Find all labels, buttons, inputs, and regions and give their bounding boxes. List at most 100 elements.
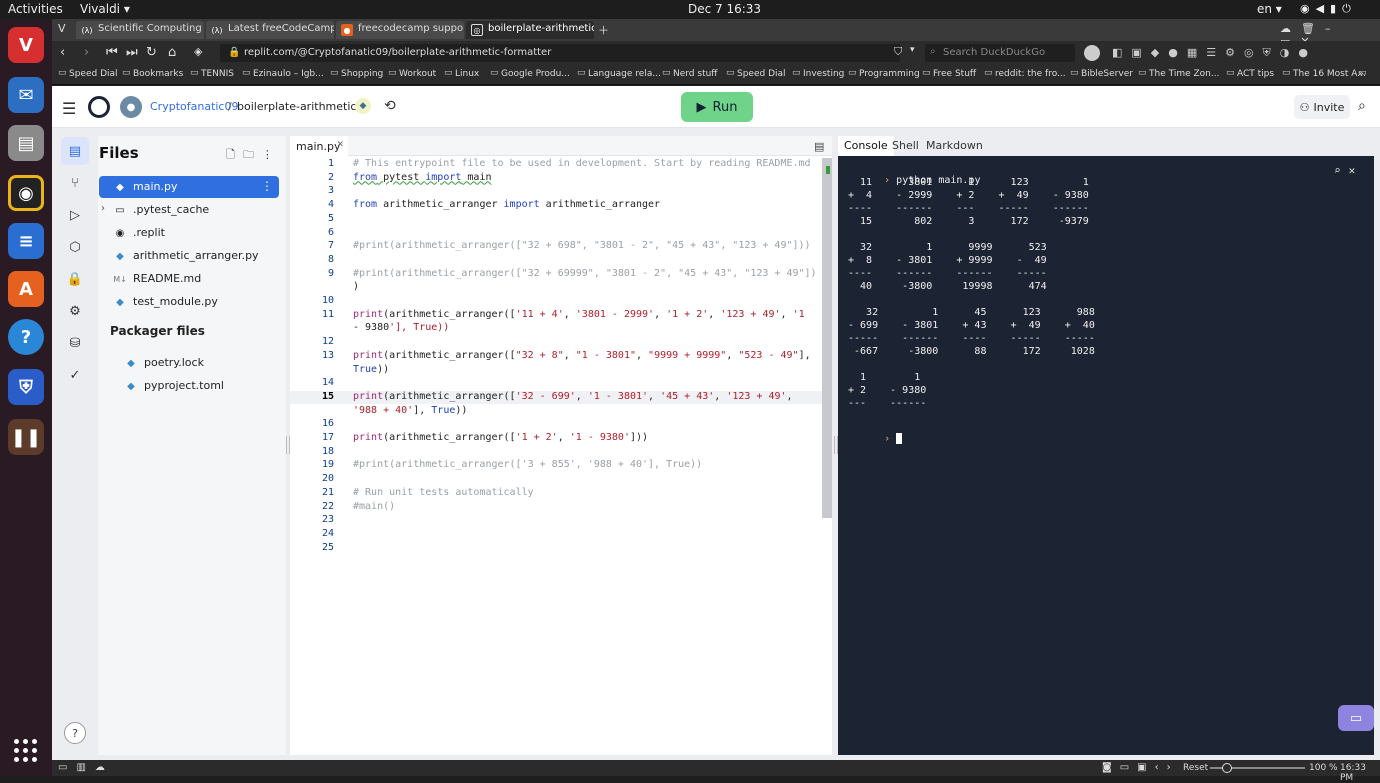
zoom-reset-button[interactable]: Reset <box>1183 763 1208 773</box>
bookmark-item[interactable]: BibleServer <box>1070 68 1133 79</box>
file-item-pytest-cache[interactable]: › ▭ .pytest_cache <box>99 199 279 221</box>
console-panel[interactable]: ⌕✕ › python main.py 11 3801 1 123 1 + 4 -… <box>838 156 1374 755</box>
database-icon[interactable]: ⛁ <box>61 329 89 357</box>
libreoffice-writer-icon[interactable]: ≡ <box>8 223 44 259</box>
fast-forward-icon[interactable]: ⏭ <box>126 45 138 60</box>
file-item-poetry-lock[interactable]: ◆ poetry.lock <box>122 353 282 373</box>
debugger-icon[interactable]: ▷ <box>61 201 89 229</box>
code-line[interactable]: 17 print(arithmetic_arranger(['1 + 2', '1… <box>290 432 822 445</box>
bookmark-item[interactable]: The Time Zon... <box>1138 68 1219 79</box>
editor-menu-icon[interactable]: ▤ <box>814 140 824 153</box>
code-line[interactable]: 3 <box>290 185 822 198</box>
thunderbird-icon[interactable]: ✉ <box>8 77 44 113</box>
file-item-test-module[interactable]: ◆ test_module.py <box>99 291 279 313</box>
console-input-line[interactable]: › <box>848 422 903 456</box>
status-tools-icons[interactable]: ◙▭▣‹› <box>1102 762 1179 773</box>
history-icon[interactable]: ⟲ <box>384 98 396 114</box>
code-line[interactable]: 21 # Run unit tests automatically <box>290 487 822 500</box>
code-line[interactable]: ) <box>290 281 822 294</box>
help-icon[interactable]: ? <box>64 722 86 744</box>
search-icon[interactable]: ⌕ <box>1358 98 1366 114</box>
bookmarks-overflow-icon[interactable]: » <box>1358 68 1366 79</box>
file-item-main-py[interactable]: ◆ main.py ⋮ <box>99 176 279 198</box>
code-line[interactable]: 12 <box>290 336 822 349</box>
code-line[interactable]: 14 <box>290 377 822 390</box>
menu-icon[interactable]: ☰ <box>62 99 76 118</box>
bookmark-item[interactable]: Language rela... <box>577 68 661 79</box>
code-line[interactable]: 2 from pytest import main <box>290 172 822 185</box>
code-line[interactable]: 5 <box>290 213 822 226</box>
code-line[interactable]: 8 <box>290 254 822 267</box>
editor-tab-main-py[interactable]: main.py ✕ <box>290 136 348 156</box>
chat-icon[interactable]: ▭ <box>1338 705 1374 731</box>
bookmark-item[interactable]: ACT tips <box>1226 68 1274 79</box>
bookmark-item[interactable]: TENNIS <box>190 68 234 79</box>
bookshelf-icon[interactable]: ❚❚ <box>8 419 44 455</box>
system-tray-icons[interactable]: ◉◀▮⏻ <box>1300 2 1357 16</box>
bookmark-item[interactable]: reddit: the fro... <box>984 68 1066 79</box>
bookmark-item[interactable]: Shopping <box>330 68 383 79</box>
code-line[interactable]: 22 #main() <box>290 501 822 514</box>
browser-tab[interactable]: ● freecodecamp support em <box>336 21 464 39</box>
new-tab-icon[interactable]: ＋ <box>598 22 609 38</box>
code-line[interactable]: 20 <box>290 473 822 486</box>
secrets-lock-icon[interactable]: 🔒 <box>61 265 89 293</box>
file-item-arithmetic-arranger[interactable]: ◆ arithmetic_arranger.py <box>99 245 279 267</box>
code-line[interactable]: 10 <box>290 295 822 308</box>
code-line[interactable]: 13 print(arithmetic_arranger(["32 + 8", "… <box>290 350 822 363</box>
software-center-icon[interactable]: A <box>8 271 44 307</box>
language-indicator[interactable]: en ▾ <box>1257 2 1282 16</box>
file-menu-icon[interactable]: ⋮ <box>261 179 273 193</box>
code-line[interactable]: 1 # This entrypoint file to be used in de… <box>290 158 822 171</box>
more-options-icon[interactable]: ⋮ <box>262 148 281 161</box>
bookmark-icon[interactable]: ⛉ <box>894 45 902 59</box>
help-app-icon[interactable]: ? <box>8 319 44 355</box>
forward-icon[interactable]: › <box>84 45 89 60</box>
code-line[interactable]: 25 <box>290 542 822 555</box>
bookmark-item[interactable]: Speed Dial <box>726 68 786 79</box>
code-line[interactable]: True)) <box>290 364 822 377</box>
code-line[interactable]: - 9380'], True)) <box>290 322 822 335</box>
bookmark-item[interactable]: The 16 Most A... <box>1282 68 1366 79</box>
site-info-icon[interactable]: ◈ <box>194 45 202 58</box>
packages-icon[interactable]: ⬡ <box>61 233 89 261</box>
version-control-icon[interactable]: ⑂ <box>61 169 89 197</box>
code-line[interactable]: 24 <box>290 528 822 541</box>
python-language-icon[interactable]: ◆ <box>355 98 371 114</box>
settings-gear-icon[interactable]: ⚙ <box>61 297 89 325</box>
bookmark-item[interactable]: Free Stuff <box>922 68 976 79</box>
code-line[interactable]: 4 from arithmetic_arranger import arithme… <box>290 199 822 212</box>
file-item-pyproject-toml[interactable]: ◆ pyproject.toml <box>122 376 282 396</box>
browser-tab[interactable]: (λ) Scientific Computing with <box>76 21 204 39</box>
code-line[interactable]: 11 print(arithmetic_arranger(['11 + 4', '… <box>290 309 822 322</box>
panel-toggle-icons[interactable]: ▭▥☁ <box>58 762 114 773</box>
new-folder-icon[interactable]: 🗀 <box>243 148 262 161</box>
url-dropdown-icon[interactable]: ▾ <box>910 45 915 55</box>
code-area[interactable]: 1 # This entrypoint file to be used in de… <box>290 158 822 753</box>
invite-button[interactable]: ⚇ Invite <box>1294 95 1350 119</box>
app-menu[interactable]: Vivaldi ▾ <box>80 2 130 16</box>
close-icon[interactable]: ✕ <box>336 140 344 150</box>
code-line[interactable]: '988 + 40'], True)) <box>290 405 822 418</box>
code-line[interactable]: 16 <box>290 418 822 431</box>
repl-name[interactable]: boilerplate-arithmetic... <box>237 100 367 113</box>
back-icon[interactable]: ‹ <box>60 45 65 60</box>
search-field[interactable]: ⌕ Search DuckDuckGo <box>925 44 1075 62</box>
file-item-readme[interactable]: M↓ README.md <box>99 268 279 290</box>
home-icon[interactable]: ⌂ <box>168 45 176 60</box>
bookmark-item[interactable]: Google Produ... <box>490 68 570 79</box>
profile-avatar[interactable] <box>1084 45 1100 61</box>
user-link[interactable]: Cryptofanatic09 <box>150 100 238 113</box>
reload-icon[interactable]: ↻ <box>146 45 157 60</box>
files-app-icon[interactable]: ▤ <box>8 125 44 161</box>
file-item-replit[interactable]: ◉ .replit <box>99 222 279 244</box>
zoom-slider-handle[interactable] <box>1222 763 1232 773</box>
chevron-right-icon[interactable]: › <box>101 203 105 214</box>
show-apps-icon[interactable] <box>14 739 38 763</box>
replit-logo-icon[interactable] <box>88 96 110 118</box>
repl-avatar[interactable]: ● <box>120 96 142 118</box>
clear-console-icon[interactable]: ✕ <box>1349 164 1364 177</box>
code-line[interactable]: 15 print(arithmetic_arranger(['32 - 699',… <box>290 390 822 404</box>
code-line[interactable]: 18 <box>290 446 822 459</box>
code-line[interactable]: 6 <box>290 227 822 240</box>
